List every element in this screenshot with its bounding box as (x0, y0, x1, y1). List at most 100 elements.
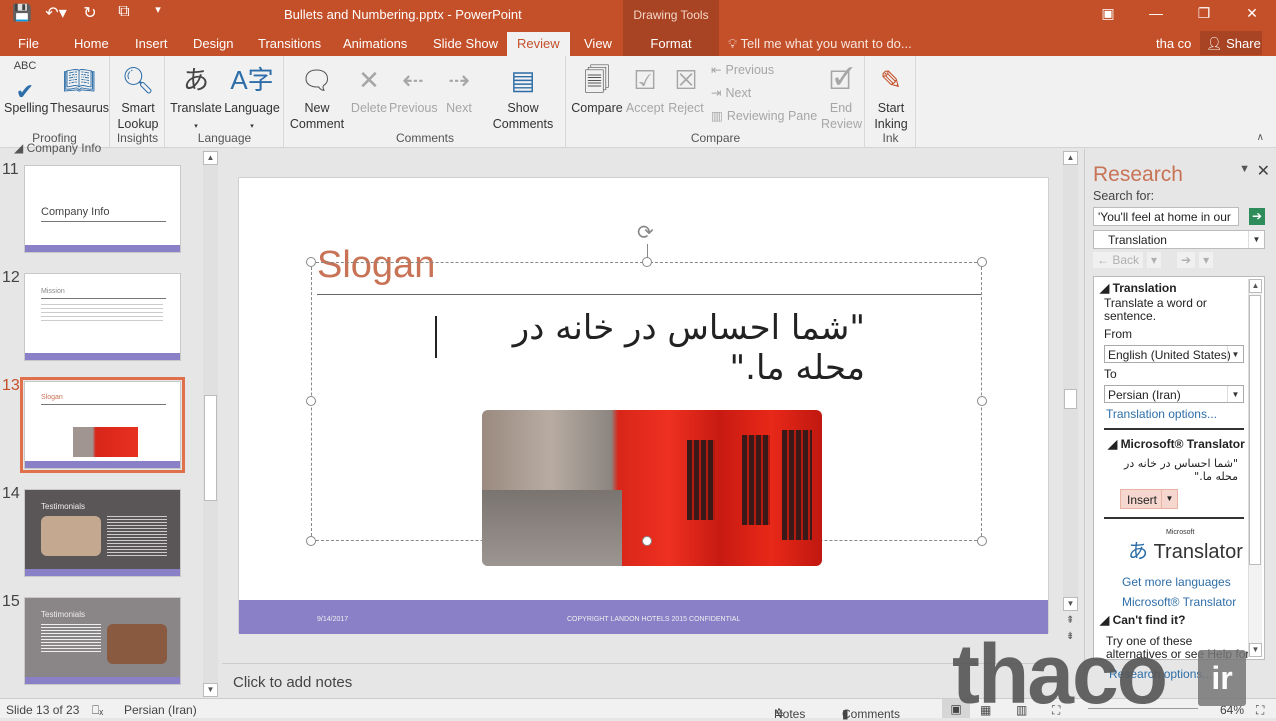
share-button[interactable]: 👤︎ Share (1200, 31, 1262, 55)
save-icon[interactable]: 💾 (10, 3, 34, 23)
reviewing-pane-button[interactable]: ▥ Reviewing Pane (711, 108, 817, 124)
compare-button[interactable]: 🗐︎ Compare (569, 60, 625, 116)
tab-transitions[interactable]: Transitions (258, 36, 321, 51)
translation-options-link[interactable]: Translation options... (1106, 407, 1217, 421)
back-dropdown-icon[interactable]: ▾ (1147, 252, 1162, 268)
resize-handle-left[interactable] (306, 396, 316, 406)
ribbon: ABC ✔ Spelling 📖︎ Thesaurus Proofing 🔍︎ S… (0, 56, 1276, 148)
section-header[interactable]: ◢ Company Info (14, 141, 101, 155)
microsoft-translator-link[interactable]: Microsoft® Translator (1122, 595, 1236, 609)
tab-slide-show[interactable]: Slide Show (433, 36, 498, 51)
resize-handle-right[interactable] (977, 396, 987, 406)
previous-slide-icon[interactable]: ⇞ (1066, 615, 1074, 626)
undo-icon[interactable]: ↶▾ (44, 3, 68, 23)
language-button[interactable]: A字 Language ▾ (224, 60, 280, 135)
ribbon-display-options-button[interactable]: ▣ (1084, 0, 1132, 28)
resize-handle-top-left[interactable] (306, 257, 316, 267)
scrollbar-thumb[interactable] (1064, 389, 1077, 409)
ms-translator-header[interactable]: ◢ Microsoft® Translator (1108, 437, 1245, 451)
research-service-select[interactable]: Translation ▼ (1093, 230, 1265, 249)
tab-home[interactable]: Home (74, 36, 109, 51)
slide-thumbnail-12[interactable]: Mission (24, 273, 181, 361)
section-divider (1104, 517, 1244, 519)
start-presentation-icon[interactable]: ⧉ (112, 3, 136, 23)
resize-handle-top-right[interactable] (977, 257, 987, 267)
reject-button[interactable]: ☒ Reject (667, 60, 705, 116)
tab-review[interactable]: Review (507, 32, 570, 56)
user-name[interactable]: tha co (1156, 36, 1191, 51)
minimize-button[interactable]: — (1132, 0, 1180, 28)
tell-me-search[interactable]: 💡︎ Tell me what you want to do... (728, 36, 912, 52)
pane-options-icon[interactable]: ▼ (1239, 163, 1250, 175)
slide-scrollbar[interactable]: ▲ ▼ (1063, 151, 1078, 611)
language-globe-icon: A字 (230, 65, 274, 95)
resize-handle-bottom[interactable] (642, 536, 652, 546)
close-button[interactable]: ✕ (1228, 0, 1276, 28)
accept-button[interactable]: ☑ Accept (625, 60, 665, 116)
research-search-input[interactable]: 'You'll feel at home in our (1093, 207, 1239, 226)
resize-handle-bottom-left[interactable] (306, 536, 316, 546)
slide-body-text[interactable]: "شما احساس در خانه در محله ما." (435, 308, 865, 388)
spelling-button[interactable]: ABC ✔ Spelling (4, 60, 48, 116)
scroll-up-icon[interactable]: ▲ (1063, 151, 1078, 165)
scroll-up-icon[interactable]: ▲ (1249, 279, 1262, 293)
results-scrollbar[interactable]: ▲ ▼ (1248, 279, 1262, 657)
fit-to-window-icon[interactable]: ⛶ (1256, 703, 1264, 718)
scroll-down-icon[interactable]: ▼ (1063, 597, 1078, 611)
translation-section-header[interactable]: ◢ Translation (1100, 281, 1177, 295)
previous-change-button[interactable]: ⇤ Previous (711, 62, 774, 78)
redo-icon[interactable]: ↻ (78, 3, 102, 23)
show-comments-button[interactable]: ▤ Show Comments (485, 60, 561, 132)
slide-thumbnail-13[interactable]: Slogan (20, 377, 185, 473)
notes-pane[interactable]: Click to add notes (222, 663, 1062, 698)
spell-check-status-icon[interactable]: ⎕ₓ (92, 703, 103, 718)
resize-handle-bottom-right[interactable] (977, 536, 987, 546)
tab-insert[interactable]: Insert (135, 36, 168, 51)
scroll-up-icon[interactable]: ▲ (203, 151, 218, 165)
insert-button[interactable]: Insert ▼ (1120, 489, 1178, 509)
thesaurus-button[interactable]: 📖︎ Thesaurus (50, 60, 109, 116)
scrollbar-thumb[interactable] (1249, 295, 1261, 565)
rotate-handle-icon[interactable]: ⟳ (637, 220, 654, 245)
back-button[interactable]: ← Back (1093, 252, 1144, 268)
thumbnail-scrollbar[interactable]: ▲ ▼ (203, 151, 218, 697)
scroll-down-icon[interactable]: ▼ (203, 683, 218, 697)
to-language-select[interactable]: Persian (Iran) ▼ (1104, 385, 1244, 403)
resize-handle-top[interactable] (642, 257, 652, 267)
next-comment-button[interactable]: ⇢ Next (439, 60, 479, 116)
previous-comment-button[interactable]: ⇠ Previous (389, 60, 438, 116)
forward-button[interactable]: ➔ (1177, 252, 1196, 268)
scroll-down-icon[interactable]: ▼ (1249, 643, 1262, 657)
slide-thumbnail-15[interactable]: Testimonials (24, 597, 181, 685)
close-pane-icon[interactable]: ✕ (1257, 161, 1270, 181)
scrollbar-thumb[interactable] (204, 395, 217, 501)
start-inking-button[interactable]: ✎ Start Inking (868, 60, 914, 132)
tab-animations[interactable]: Animations (343, 36, 407, 51)
section-divider (1104, 428, 1244, 430)
language-status[interactable]: Persian (Iran) (124, 703, 197, 717)
translate-button[interactable]: あ Translate ▾ (170, 60, 222, 135)
restore-button[interactable]: ❐ (1180, 0, 1228, 28)
customize-qat-icon[interactable]: ▾ (146, 3, 170, 23)
next-change-button[interactable]: ⇥ Next (711, 85, 751, 101)
telephone-booths-photo[interactable] (482, 410, 822, 566)
cant-find-header[interactable]: ◢ Can't find it? (1100, 613, 1185, 627)
smart-lookup-button[interactable]: 🔍︎ Smart Lookup (113, 60, 163, 132)
start-search-arrow-icon[interactable]: ➔ (1249, 208, 1265, 225)
delete-comment-button[interactable]: ✕ Delete (349, 60, 389, 116)
new-comment-button[interactable]: 🗨︎ New Comment (287, 60, 347, 132)
get-more-languages-link[interactable]: Get more languages (1122, 575, 1231, 589)
slide-thumbnail-11[interactable]: Company Info (24, 165, 181, 253)
chevron-down-icon[interactable]: ▼ (1161, 490, 1177, 508)
end-review-button[interactable]: 🗹︎ End Review (821, 60, 862, 132)
tab-format[interactable]: Format (623, 30, 719, 56)
tab-design[interactable]: Design (193, 36, 233, 51)
forward-dropdown-icon[interactable]: ▾ (1199, 252, 1214, 268)
from-language-select[interactable]: English (United States) ▼ (1104, 345, 1244, 363)
tab-view[interactable]: View (584, 36, 612, 51)
notes-placeholder[interactable]: Click to add notes (233, 674, 352, 691)
current-slide[interactable]: Slogan ⟳ "شما احساس در خانه در محله ما."… (238, 177, 1049, 634)
tab-file[interactable]: File (18, 36, 39, 51)
collapse-ribbon-icon[interactable]: ∧ (1257, 132, 1264, 143)
slide-thumbnail-14[interactable]: Testimonials (24, 489, 181, 577)
